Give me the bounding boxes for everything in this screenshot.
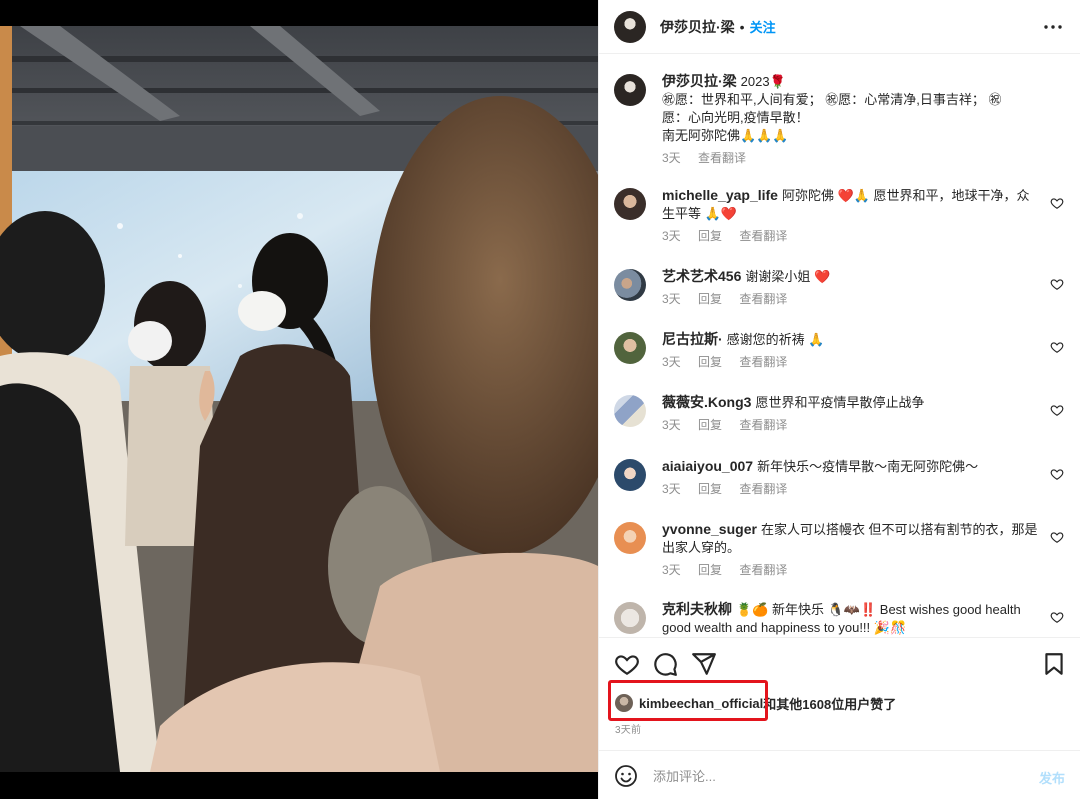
like-comment-heart-icon[interactable]	[1050, 340, 1064, 354]
translate-link[interactable]: 查看翻译	[698, 151, 746, 165]
commenter-avatar[interactable]	[614, 522, 646, 554]
comment-time: 3天	[662, 292, 681, 306]
caption-line: 南无阿弥陀佛🙏🙏🙏	[662, 128, 789, 143]
emoji-picker-icon[interactable]	[614, 764, 638, 788]
caption-text: 2023🌹	[740, 74, 786, 89]
commenter-avatar[interactable]	[614, 395, 646, 427]
like-comment-heart-icon[interactable]	[1050, 610, 1064, 624]
more-options-icon[interactable]	[1041, 18, 1065, 36]
caption-time: 3天	[662, 151, 681, 165]
commenter-avatar[interactable]	[614, 269, 646, 301]
share-send-icon[interactable]	[691, 651, 717, 677]
like-comment-heart-icon[interactable]	[1050, 277, 1064, 291]
comment-text: 感谢您的祈祷 🙏	[726, 332, 825, 347]
reply-link[interactable]: 回复	[698, 355, 722, 369]
header-separator: •	[739, 18, 745, 35]
translate-link[interactable]: 查看翻译	[739, 482, 787, 496]
translate-link[interactable]: 查看翻译	[739, 292, 787, 306]
like-heart-icon[interactable]	[614, 651, 640, 677]
follow-button[interactable]: 关注	[750, 17, 776, 36]
comment-time: 3天	[662, 418, 681, 432]
reply-link[interactable]: 回复	[698, 292, 722, 306]
post-comment-button[interactable]: 发布	[1039, 768, 1065, 787]
like-comment-heart-icon[interactable]	[1050, 530, 1064, 544]
comment-bubble-icon[interactable]	[652, 651, 678, 677]
comment-username[interactable]: 克利夫秋柳	[662, 601, 732, 617]
comment-text: 谢谢梁小姐 ❤️	[745, 269, 831, 284]
commenter-avatar[interactable]	[614, 459, 646, 491]
author-username[interactable]: 伊莎贝拉·梁	[660, 17, 735, 37]
comment-username[interactable]: michelle_yap_life	[662, 187, 778, 203]
post-photo[interactable]	[0, 0, 598, 799]
reply-link[interactable]: 回复	[698, 563, 722, 577]
caption-line: 愿：心向光明,疫情早散！	[662, 110, 809, 125]
add-comment-bar: 发布	[599, 750, 1080, 799]
reply-link[interactable]: 回复	[698, 482, 722, 496]
save-bookmark-icon[interactable]	[1041, 651, 1067, 677]
comment-time: 3天	[662, 482, 681, 496]
photo-letterbox-top	[0, 0, 598, 26]
translate-link[interactable]: 查看翻译	[739, 355, 787, 369]
caption-line: ㊗愿：世界和平,人间有爱； ㊗愿：心常清净,日事吉祥； ㊗	[662, 92, 1002, 107]
commenter-avatar[interactable]	[614, 602, 646, 634]
comment-username[interactable]: yvonne_suger	[662, 521, 757, 537]
reply-link[interactable]: 回复	[698, 229, 722, 243]
photo-illustration	[0, 26, 598, 772]
comment-username[interactable]: 尼古拉斯·	[662, 331, 723, 347]
like-comment-heart-icon[interactable]	[1050, 467, 1064, 481]
translate-link[interactable]: 查看翻译	[739, 418, 787, 432]
comment-text: 新年快乐～疫情早散～南无阿弥陀佛～	[757, 459, 979, 474]
caption-username[interactable]: 伊莎贝拉·梁	[662, 73, 737, 89]
comment-time: 3天	[662, 229, 681, 243]
reply-link[interactable]: 回复	[698, 418, 722, 432]
comment-username[interactable]: aiaiaiyou_007	[662, 458, 753, 474]
comment-username[interactable]: 艺术艺术456	[662, 268, 741, 284]
author-avatar[interactable]	[614, 10, 646, 43]
photo-letterbox-bottom	[0, 772, 598, 799]
comment-time: 3天	[662, 563, 681, 577]
comments-list[interactable]: 伊莎贝拉·梁 2023🌹 ㊗愿：世界和平,人间有爱； ㊗愿：心常清净,日事吉祥； …	[599, 55, 1080, 637]
commenter-avatar[interactable]	[614, 332, 646, 364]
translate-link[interactable]: 查看翻译	[739, 229, 787, 243]
highlight-annotation	[608, 680, 768, 721]
caption-avatar[interactable]	[614, 74, 646, 106]
like-comment-heart-icon[interactable]	[1050, 196, 1064, 210]
comment-time: 3天	[662, 355, 681, 369]
photo-image	[0, 26, 598, 772]
like-comment-heart-icon[interactable]	[1050, 403, 1064, 417]
commenter-avatar[interactable]	[614, 188, 646, 220]
likes-count-text[interactable]: 和其他1608位用户赞了	[763, 694, 896, 713]
translate-link[interactable]: 查看翻译	[739, 563, 787, 577]
comment-username[interactable]: 薇薇安.Kong3	[662, 394, 751, 410]
comment-input[interactable]	[653, 764, 1013, 788]
post-header: 伊莎贝拉·梁 • 关注	[599, 0, 1080, 54]
comment-text: 愿世界和平疫情早散停止战争	[755, 395, 925, 410]
post-timestamp: 3天前	[615, 725, 642, 736]
